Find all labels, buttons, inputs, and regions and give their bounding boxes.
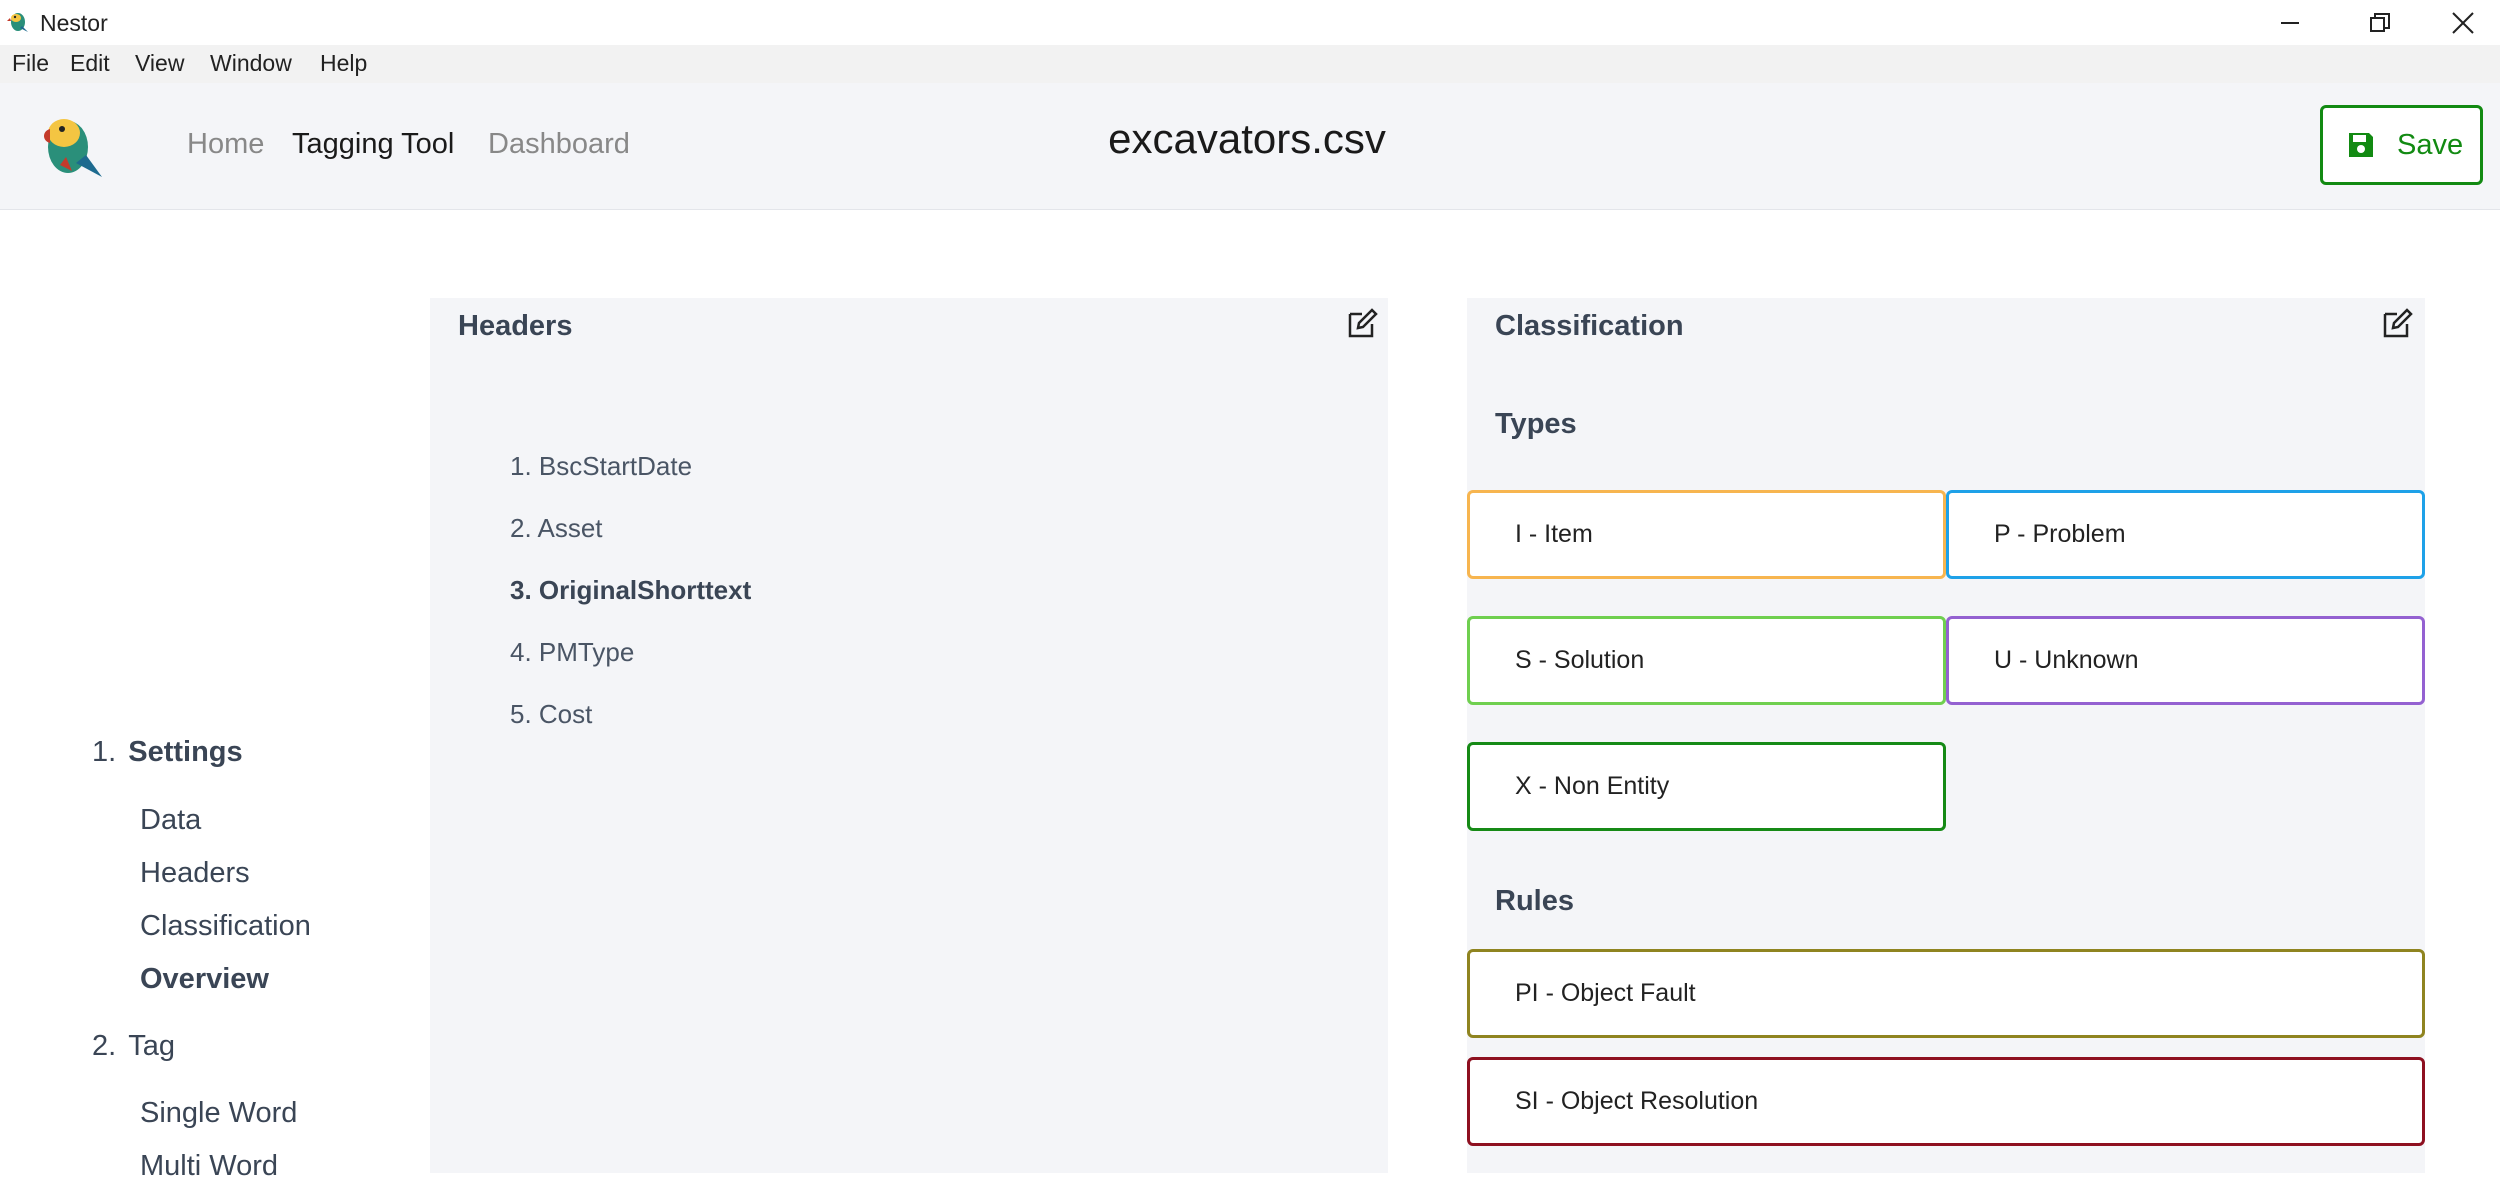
nestor-logo[interactable] <box>36 107 108 179</box>
step-item-headers[interactable]: Headers <box>140 857 250 890</box>
edit-icon[interactable] <box>1344 306 1380 342</box>
minimize-icon <box>2281 21 2299 24</box>
classification-panel: Classification Types I - Item P - Proble… <box>1467 298 2425 1173</box>
menu-edit[interactable]: Edit <box>70 50 110 77</box>
rules-title: Rules <box>1495 885 1574 917</box>
step-item-single-word[interactable]: Single Word <box>140 1097 297 1130</box>
step-number: 1. <box>92 736 117 768</box>
step-settings[interactable]: 1. Settings <box>92 736 243 769</box>
menu-help[interactable]: Help <box>320 50 367 77</box>
edit-icon[interactable] <box>2379 306 2415 342</box>
header-list-item: 1. BscStartDate <box>510 451 693 481</box>
type-non-entity: X - Non Entity <box>1467 742 1946 831</box>
step-item-multi-word[interactable]: Multi Word <box>140 1150 278 1183</box>
step-label: Tag <box>128 1030 176 1062</box>
step-item-overview[interactable]: Overview <box>140 963 269 996</box>
menu-view[interactable]: View <box>135 50 184 77</box>
type-solution: S - Solution <box>1467 616 1946 705</box>
nav-tagging-tool[interactable]: Tagging Tool <box>292 128 454 161</box>
floppy-disk-icon <box>2349 133 2373 157</box>
type-unknown: U - Unknown <box>1946 616 2425 705</box>
header-list-item: 5. Cost <box>510 699 593 729</box>
header-list-item: 4. PMType <box>510 637 635 667</box>
file-name: excavators.csv <box>1108 115 1386 162</box>
step-label: Settings <box>128 736 243 768</box>
close-button[interactable] <box>2425 0 2500 45</box>
rule-object-resolution: SI - Object Resolution <box>1467 1057 2425 1146</box>
header-list-item-selected: 3. OriginalShorttext <box>510 575 752 605</box>
restore-button[interactable] <box>2335 0 2425 45</box>
title-bar: Nestor <box>0 0 2500 45</box>
parrot-icon <box>7 13 28 32</box>
type-problem: P - Problem <box>1946 490 2425 579</box>
step-item-data[interactable]: Data <box>140 804 201 837</box>
minimize-button[interactable] <box>2245 0 2335 45</box>
restore-icon <box>2370 12 2390 32</box>
nav-dashboard[interactable]: Dashboard <box>488 128 630 161</box>
step-item-classification[interactable]: Classification <box>140 910 311 943</box>
rule-object-fault: PI - Object Fault <box>1467 949 2425 1038</box>
menu-window[interactable]: Window <box>210 50 292 77</box>
header-list-item: 2. Asset <box>510 513 603 543</box>
save-label: Save <box>2397 128 2464 161</box>
menu-bar: File Edit View Window Help <box>0 45 2500 83</box>
step-tag[interactable]: 2. Tag <box>92 1030 175 1063</box>
app-title: Nestor <box>40 10 108 36</box>
nav-home[interactable]: Home <box>187 128 264 161</box>
types-title: Types <box>1495 408 1577 440</box>
save-button[interactable]: Save <box>2320 105 2483 185</box>
app-header: Home Tagging Tool Dashboard excavators.c… <box>0 83 2500 210</box>
headers-panel-title: Headers <box>458 310 573 342</box>
step-number: 2. <box>92 1030 117 1062</box>
menu-file[interactable]: File <box>12 50 49 77</box>
type-item: I - Item <box>1467 490 1946 579</box>
headers-panel: Headers 1. BscStartDate 2. Asset 3. Orig… <box>430 298 1388 1173</box>
close-icon <box>2451 11 2474 34</box>
classification-panel-title: Classification <box>1495 310 1684 342</box>
